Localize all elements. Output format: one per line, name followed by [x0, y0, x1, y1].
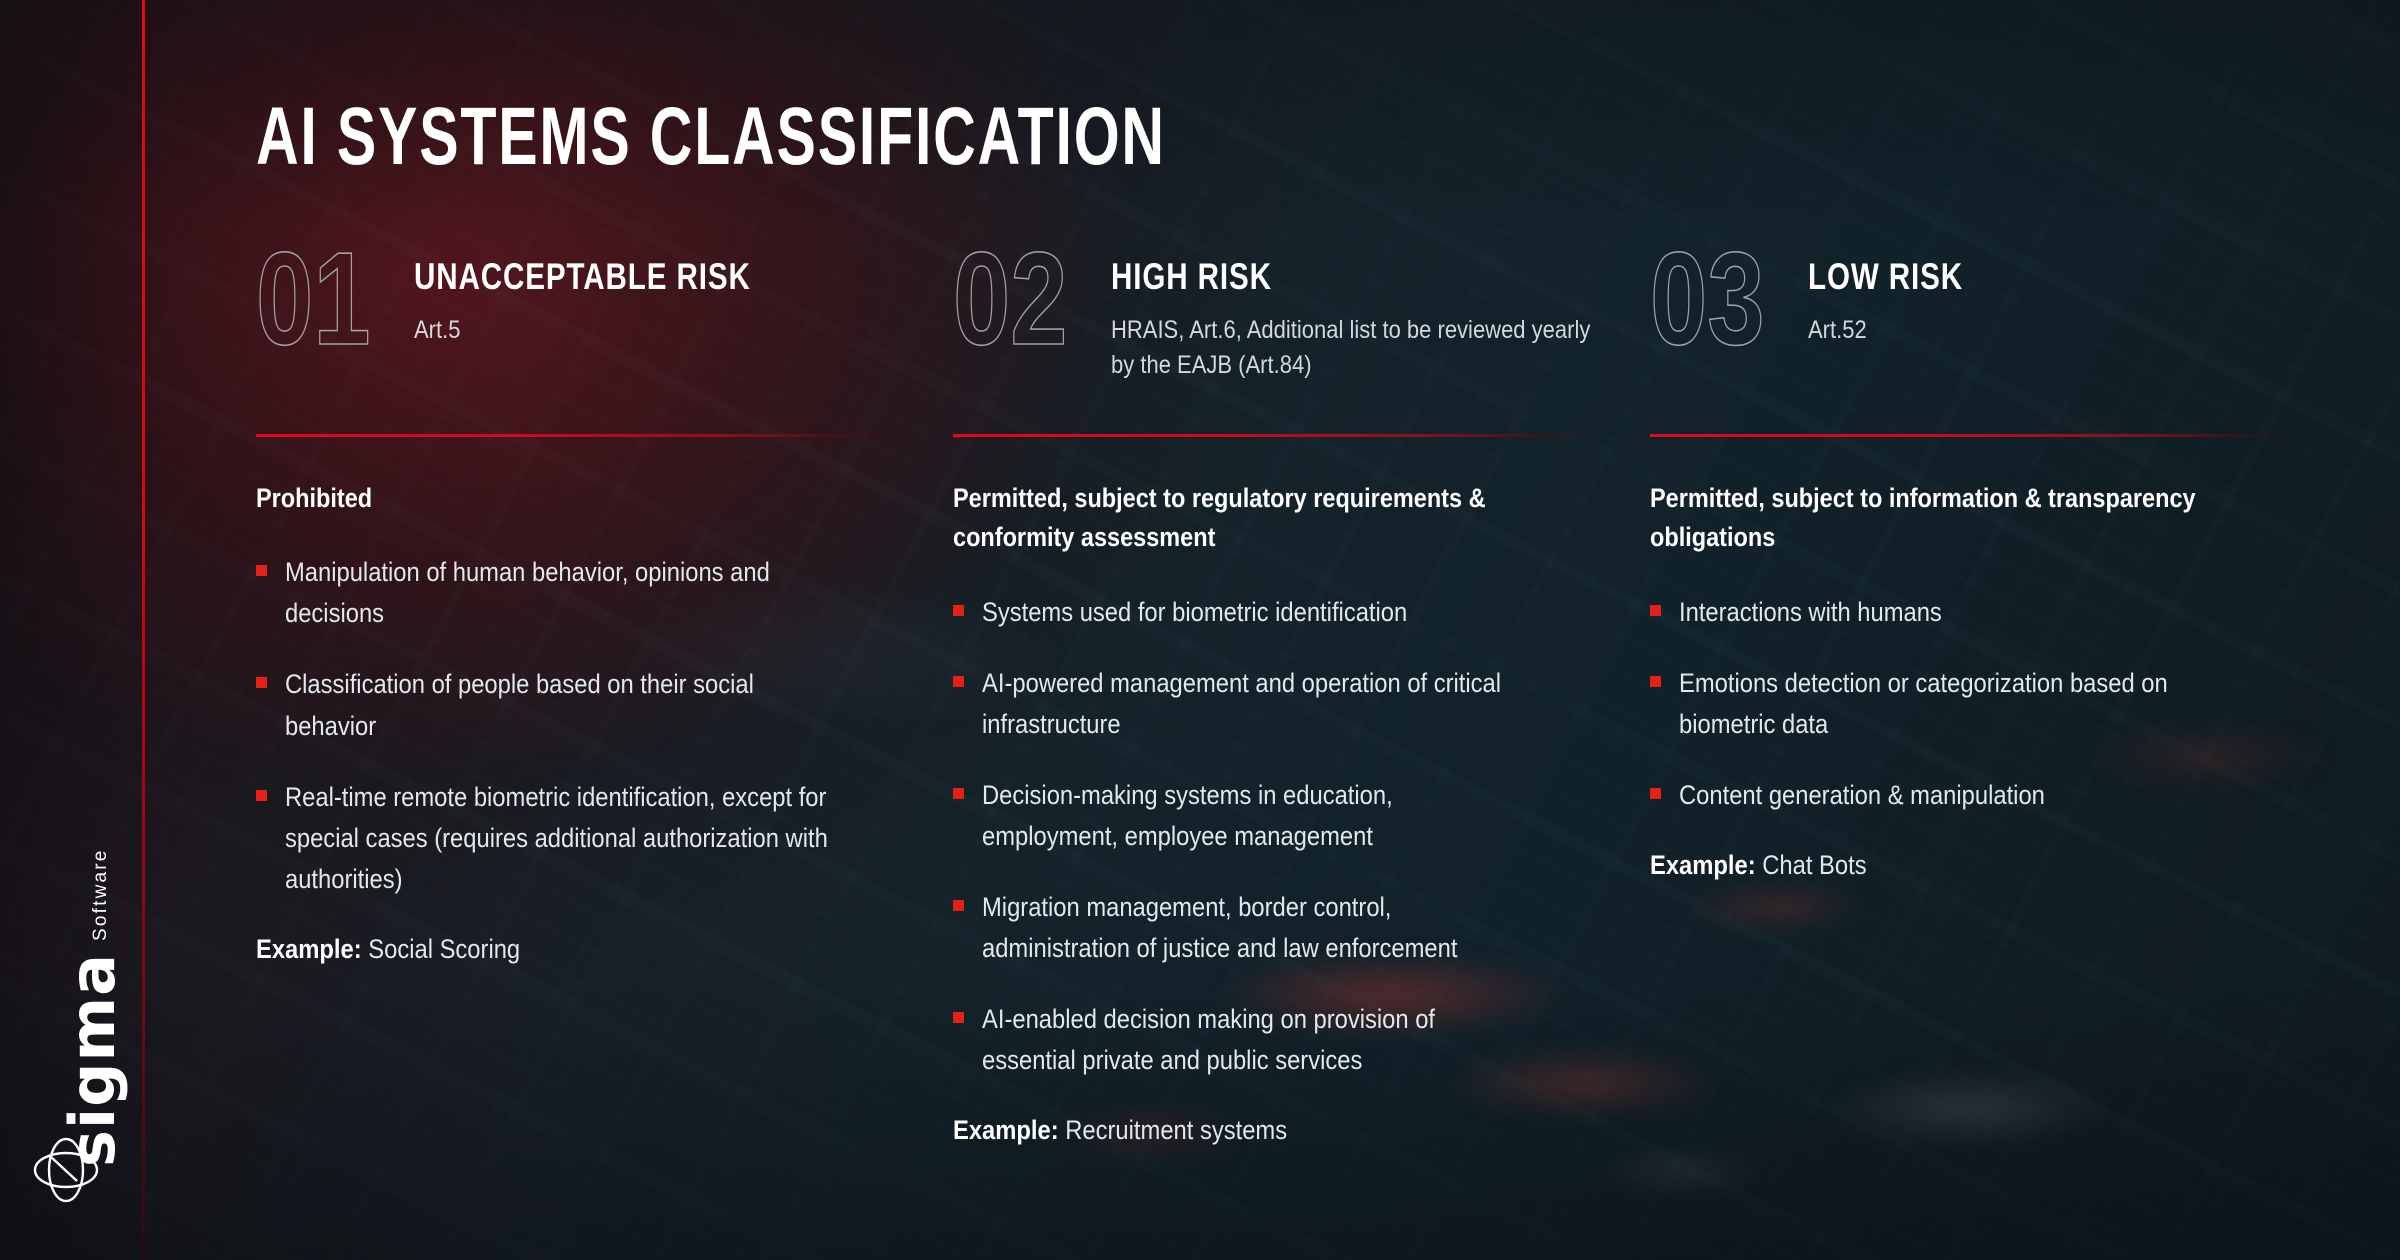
column-reference: Art.5 — [414, 315, 461, 344]
column-bullet-list: Interactions with humans Emotions detect… — [1650, 592, 2297, 816]
list-item: Classification of people based on their … — [256, 664, 903, 746]
column-body: Prohibited Manipulation of human behavio… — [256, 437, 903, 969]
column-reference: HRAIS, Art.6, Additional list to be revi… — [1111, 315, 1591, 380]
orbit-atom-icon — [26, 1130, 106, 1210]
example-label: Example: — [1650, 849, 1756, 880]
risk-column-high: 02 HIGH RISK HRAIS, Art.6, Additional li… — [952, 232, 1650, 1150]
example-value: Social Scoring — [368, 933, 521, 964]
list-item-label: Manipulation of human behavior, opinions… — [285, 557, 770, 629]
list-item-label: AI-powered management and operation of c… — [982, 667, 1502, 739]
bullet-square-icon — [953, 899, 964, 911]
slide-ai-systems-classification: sigma Software AI SYSTEMS CLASSIFICATION… — [0, 0, 2400, 1260]
example-value: Chat Bots — [1762, 849, 1867, 880]
list-item: Manipulation of human behavior, opinions… — [256, 552, 903, 634]
bullet-square-icon — [953, 1012, 964, 1024]
logo-subtitle: Software — [90, 848, 111, 942]
column-bullet-list: Manipulation of human behavior, opinions… — [256, 552, 903, 899]
column-body: Permitted, subject to regulatory require… — [953, 437, 1600, 1150]
column-header: 02 HIGH RISK HRAIS, Art.6, Additional li… — [952, 232, 1600, 412]
column-example: Example: Recruitment systems — [953, 1111, 1602, 1150]
column-header-text: UNACCEPTABLE RISK Art.5 — [414, 252, 903, 348]
list-item-label: Interactions with humans — [1679, 596, 1942, 627]
left-accent-rule — [142, 0, 145, 1260]
bullet-square-icon — [256, 677, 267, 689]
column-header-text: LOW RISK Art.52 — [1808, 252, 2297, 348]
list-item-label: Content generation & manipulation — [1679, 779, 2045, 810]
bullet-square-icon — [1650, 675, 1661, 687]
column-header: 01 UNACCEPTABLE RISK Art.5 — [255, 232, 903, 412]
risk-column-unacceptable: 01 UNACCEPTABLE RISK Art.5 Prohibited Ma… — [255, 232, 953, 1150]
list-item-label: Classification of people based on their … — [285, 669, 754, 741]
list-item-label: Real-time remote biometric identificatio… — [285, 781, 828, 894]
column-lead: Permitted, subject to regulatory require… — [953, 483, 1486, 553]
column-reference: Art.52 — [1808, 315, 1867, 344]
list-item: Systems used for biometric identificatio… — [953, 592, 1600, 633]
bullet-square-icon — [256, 789, 267, 801]
column-bullet-list: Systems used for biometric identificatio… — [953, 592, 1600, 1081]
column-number: 02 — [952, 225, 1068, 372]
column-body: Permitted, subject to information & tran… — [1650, 437, 2297, 885]
list-item: Migration management, border control, ad… — [953, 887, 1600, 969]
list-item: Interactions with humans — [1650, 592, 2297, 633]
list-item: AI-enabled decision making on provision … — [953, 999, 1600, 1081]
bullet-square-icon — [1650, 604, 1661, 616]
list-item-label: Decision-making systems in education, em… — [982, 779, 1393, 851]
column-lead: Prohibited — [256, 483, 373, 513]
column-header: 03 LOW RISK Art.52 — [1649, 232, 2297, 412]
list-item: AI-powered management and operation of c… — [953, 663, 1600, 745]
bullet-square-icon — [256, 565, 267, 577]
column-lead: Permitted, subject to information & tran… — [1650, 483, 2196, 553]
column-title: LOW RISK — [1808, 256, 1964, 297]
column-example: Example: Social Scoring — [256, 930, 905, 969]
bullet-square-icon — [953, 604, 964, 616]
list-item: Content generation & manipulation — [1650, 775, 2297, 816]
risk-columns: 01 UNACCEPTABLE RISK Art.5 Prohibited Ma… — [255, 232, 2348, 1150]
bullet-square-icon — [953, 675, 964, 687]
example-label: Example: — [256, 933, 362, 964]
example-value: Recruitment systems — [1065, 1115, 1288, 1146]
list-item-label: Emotions detection or categorization bas… — [1679, 667, 2168, 739]
column-title: HIGH RISK — [1111, 256, 1272, 297]
risk-column-low: 03 LOW RISK Art.52 Permitted, subject to… — [1649, 232, 2347, 1150]
page-title: AI SYSTEMS CLASSIFICATION — [256, 91, 1166, 182]
column-number: 01 — [255, 225, 371, 372]
list-item-label: Systems used for biometric identificatio… — [982, 596, 1408, 627]
column-header-text: HIGH RISK HRAIS, Art.6, Additional list … — [1111, 252, 1600, 384]
list-item: Real-time remote biometric identificatio… — [256, 777, 903, 900]
bullet-square-icon — [1650, 787, 1661, 799]
list-item: Emotions detection or categorization bas… — [1650, 663, 2297, 745]
column-number: 03 — [1649, 225, 1765, 372]
list-item-label: Migration management, border control, ad… — [982, 891, 1458, 963]
example-label: Example: — [953, 1115, 1059, 1146]
column-title: UNACCEPTABLE RISK — [414, 256, 751, 297]
list-item: Decision-making systems in education, em… — [953, 775, 1600, 857]
list-item-label: AI-enabled decision making on provision … — [982, 1004, 1436, 1076]
column-example: Example: Chat Bots — [1650, 846, 2299, 885]
bullet-square-icon — [953, 787, 964, 799]
